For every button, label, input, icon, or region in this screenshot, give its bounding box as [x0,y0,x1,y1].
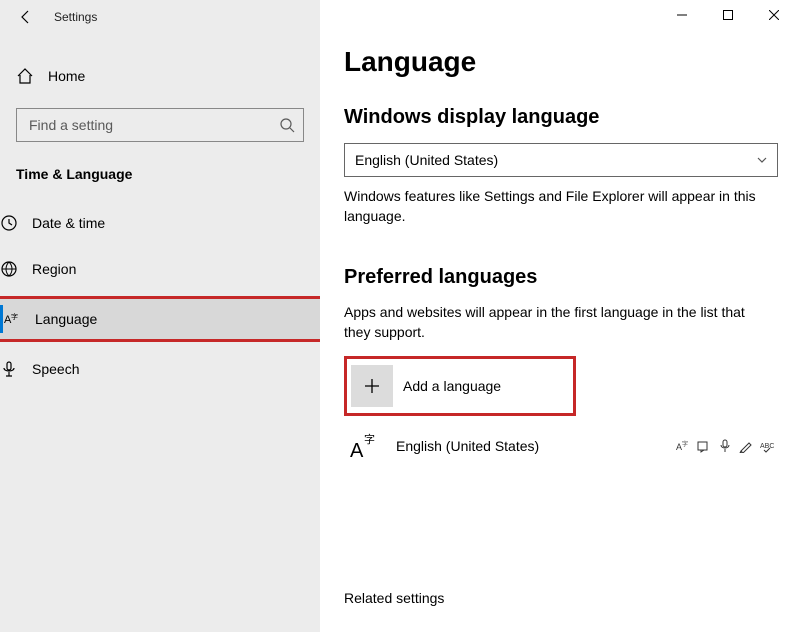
preferred-languages-description: Apps and websites will appear in the fir… [344,303,766,342]
display-language-description: Windows features like Settings and File … [344,187,766,226]
preferred-languages-heading: Preferred languages [344,266,772,289]
titlebar: Settings [0,0,320,34]
sidebar-nav-list: Date & time Region A字 Language Speech [0,200,336,392]
language-icon: A字 [3,310,35,328]
text-to-speech-feature-icon [697,439,711,453]
sidebar-section-title: Time & Language [16,166,304,182]
back-button[interactable] [18,9,34,25]
minimize-button[interactable] [659,0,705,30]
svg-text:字: 字 [682,440,688,448]
handwriting-feature-icon [739,439,753,453]
svg-text:字: 字 [364,432,375,446]
home-icon [16,67,48,85]
sidebar-item-label: Speech [32,361,79,377]
globe-icon [0,260,32,278]
sidebar-item-region[interactable]: Region [0,246,336,292]
display-language-feature-icon: A字 [676,439,690,453]
home-nav[interactable]: Home [16,54,304,98]
microphone-icon [0,360,32,378]
sidebar: Settings Home Time & Language Date & tim… [0,0,320,632]
related-settings-heading: Related settings [344,590,772,606]
sidebar-item-speech[interactable]: Speech [0,346,336,392]
display-language-dropdown[interactable]: English (United States) [344,143,778,177]
sidebar-item-label: Date & time [32,215,105,231]
search-input[interactable] [29,117,279,133]
search-input-wrapper[interactable] [16,108,304,142]
chevron-down-icon [757,155,767,165]
clock-icon [0,214,32,232]
language-icon: A字 [344,425,386,467]
close-button[interactable] [751,0,797,30]
sidebar-item-date-time[interactable]: Date & time [0,200,336,246]
svg-text:ABC: ABC [760,443,774,450]
add-language-label: Add a language [403,378,501,394]
display-language-value: English (United States) [355,152,498,168]
main-content: Language Windows display language Englis… [320,0,797,632]
spellcheck-feature-icon: ABC [760,439,774,453]
maximize-button[interactable] [705,0,751,30]
language-list-item[interactable]: A字 English (United States) A字 ABC [344,422,774,470]
svg-text:字: 字 [11,312,18,321]
sidebar-item-label: Region [32,261,76,277]
language-feature-icons: A字 ABC [676,439,774,453]
language-name: English (United States) [396,438,676,454]
display-language-heading: Windows display language [344,106,772,129]
plus-icon [351,365,393,407]
window-controls [659,0,797,30]
speech-feature-icon [718,439,732,453]
svg-text:A: A [350,440,364,462]
sidebar-item-language[interactable]: A字 Language [0,296,324,342]
add-language-button[interactable]: Add a language [344,356,576,416]
page-title: Language [344,46,772,78]
home-label: Home [48,68,85,84]
sidebar-item-label: Language [35,311,97,327]
app-title: Settings [54,10,97,24]
search-icon [279,117,295,133]
